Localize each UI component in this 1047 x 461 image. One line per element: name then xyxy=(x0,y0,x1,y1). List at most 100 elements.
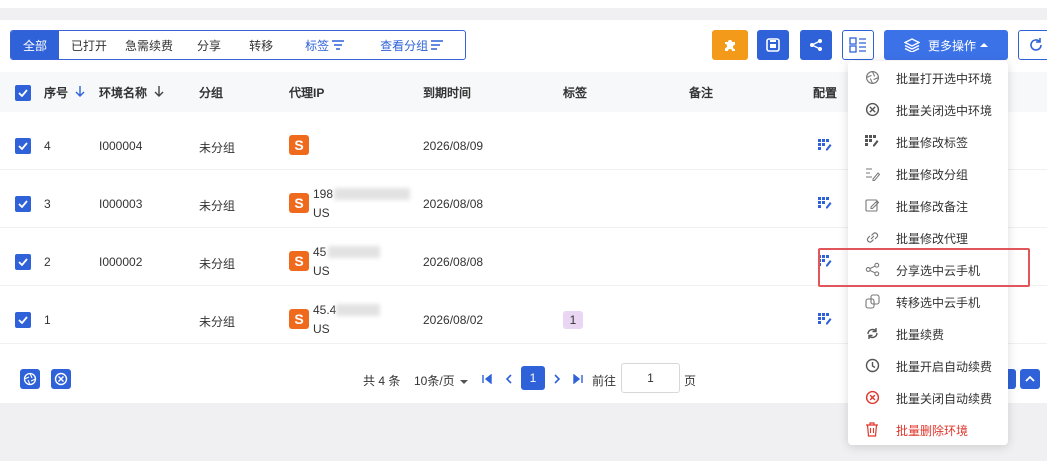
row-env-name: I000002 xyxy=(99,255,143,269)
tab-urgent-renew[interactable]: 急需续费 xyxy=(119,31,183,59)
menu-item-share-phones[interactable]: 分享选中云手机 xyxy=(848,253,1008,285)
plugin-button[interactable] xyxy=(712,30,748,60)
goto-page-input[interactable] xyxy=(621,363,680,393)
row-group: 未分组 xyxy=(199,141,236,155)
filter-icon xyxy=(332,40,345,50)
filter-icon xyxy=(431,40,444,50)
redacted-ip xyxy=(328,246,380,258)
tag-chip: 1 xyxy=(563,311,583,329)
menu-item-label: 批量关闭自动续费 xyxy=(896,392,993,406)
row-expiry: 2026/08/08 xyxy=(423,255,484,269)
column-config-label: 配置 xyxy=(813,86,838,100)
menu-item-enable-auto-renew[interactable]: 批量开启自动续费 xyxy=(848,349,1008,381)
proxy-s-icon: S xyxy=(289,251,309,271)
menu-item-label: 分享选中云手机 xyxy=(896,264,981,278)
menu-item-batch-renew[interactable]: 批量续费 xyxy=(848,317,1008,349)
menu-item-batch-close[interactable]: 批量关闭选中环境 xyxy=(848,93,1008,125)
row-checkbox[interactable] xyxy=(15,138,31,154)
row-checkbox[interactable] xyxy=(15,254,31,270)
menu-item-label: 转移选中云手机 xyxy=(896,296,981,310)
menu-item-label: 批量修改分组 xyxy=(896,168,969,182)
total-count: 共 4 条 xyxy=(363,374,401,388)
row-group: 未分组 xyxy=(199,199,236,213)
column-tag-label: 标签 xyxy=(563,86,588,100)
page-size-label: 10条/页 xyxy=(414,374,455,388)
tab-view-groups[interactable]: 查看分组 xyxy=(362,31,453,59)
first-page-icon[interactable] xyxy=(482,374,492,384)
column-remark-label: 备注 xyxy=(689,86,714,100)
next-page-icon[interactable] xyxy=(553,374,561,384)
menu-item-edit-group[interactable]: 批量修改分组 xyxy=(848,157,1008,189)
transfer-icon xyxy=(864,293,880,309)
row-expiry: 2026/08/02 xyxy=(423,313,484,327)
column-expiry-label: 到期时间 xyxy=(423,86,472,100)
tab-all[interactable]: 全部 xyxy=(11,31,60,59)
config-icon[interactable] xyxy=(818,197,832,209)
menu-item-label: 批量修改备注 xyxy=(896,200,969,214)
column-seq-label: 序号 xyxy=(44,86,69,100)
row-env-name: I000004 xyxy=(99,139,143,153)
menu-item-label: 批量打开选中环境 xyxy=(896,72,993,86)
refresh-button[interactable] xyxy=(1018,30,1047,60)
partial-button[interactable] xyxy=(1008,369,1016,389)
column-header-seq[interactable]: 序号 xyxy=(44,84,85,101)
select-all-checkbox[interactable] xyxy=(15,85,31,101)
tab-view-groups-label: 查看分组 xyxy=(380,38,429,53)
tab-transfer[interactable]: 转移 xyxy=(235,31,287,59)
column-header-name[interactable]: 环境名称 xyxy=(99,84,164,101)
tab-share-label: 分享 xyxy=(197,38,222,53)
row-env-name: I000003 xyxy=(99,197,143,211)
column-header-proxy: 代理IP xyxy=(289,84,324,101)
menu-item-batch-open[interactable]: 批量打开选中环境 xyxy=(848,61,1008,93)
page-1-button[interactable]: 1 xyxy=(521,366,545,390)
more-actions-button[interactable]: 更多操作 xyxy=(884,30,1008,60)
page-size-select[interactable]: 10条/页 xyxy=(414,372,469,389)
redacted-ip xyxy=(336,304,380,316)
check-icon xyxy=(18,200,28,208)
save-icon xyxy=(766,38,780,52)
layout-toggle-button[interactable] xyxy=(842,30,874,60)
menu-item-label: 批量开启自动续费 xyxy=(896,360,993,374)
row-seq: 1 xyxy=(44,313,51,327)
row-checkbox[interactable] xyxy=(15,196,31,212)
scroll-top-button[interactable] xyxy=(1020,369,1040,389)
menu-item-disable-auto-renew[interactable]: 批量关闭自动续费 xyxy=(848,381,1008,413)
puzzle-icon xyxy=(725,40,735,51)
menu-item-edit-proxy[interactable]: 批量修改代理 xyxy=(848,221,1008,253)
chevron-up-icon xyxy=(1025,375,1035,382)
check-icon xyxy=(18,316,28,324)
config-icon[interactable] xyxy=(818,313,832,325)
config-icon[interactable] xyxy=(818,139,832,151)
row-proxy-country: US xyxy=(313,322,330,336)
menu-item-batch-delete[interactable]: 批量删除环境 xyxy=(848,413,1008,445)
tab-opened[interactable]: 已打开 xyxy=(59,31,119,59)
menu-item-label: 批量修改标签 xyxy=(896,136,969,150)
proxy-s-icon: S xyxy=(289,309,309,329)
aperture-icon xyxy=(23,372,37,386)
batch-close-button[interactable] xyxy=(51,369,71,389)
filter-tabs: 全部 已打开 急需续费 分享 转移 标签 查看分组 xyxy=(10,30,466,60)
tab-share[interactable]: 分享 xyxy=(183,31,235,59)
tag-grid-icon xyxy=(864,133,880,149)
save-button[interactable] xyxy=(757,30,789,60)
menu-item-transfer-phones[interactable]: 转移选中云手机 xyxy=(848,285,1008,317)
tab-tag-filter[interactable]: 标签 xyxy=(287,31,362,59)
sort-arrow-icon[interactable] xyxy=(154,85,164,97)
menu-item-edit-remark[interactable]: 批量修改备注 xyxy=(848,189,1008,221)
top-strip xyxy=(0,0,1047,8)
row-checkbox[interactable] xyxy=(15,312,31,328)
menu-item-edit-tags[interactable]: 批量修改标签 xyxy=(848,125,1008,157)
column-header-group: 分组 xyxy=(199,84,223,101)
column-group-label: 分组 xyxy=(199,86,224,100)
config-icon[interactable] xyxy=(818,255,832,267)
row-proxy-ip: 45.4 xyxy=(313,303,337,317)
share-button[interactable] xyxy=(800,30,832,60)
row-seq: 4 xyxy=(44,139,51,153)
prev-page-icon[interactable] xyxy=(505,374,513,384)
batch-open-button[interactable] xyxy=(20,369,40,389)
close-circle-icon xyxy=(54,372,68,386)
goto-label: 前往 xyxy=(592,374,617,388)
sort-arrow-icon[interactable] xyxy=(75,85,85,97)
caret-down-icon xyxy=(460,380,469,384)
last-page-icon[interactable] xyxy=(573,374,583,384)
